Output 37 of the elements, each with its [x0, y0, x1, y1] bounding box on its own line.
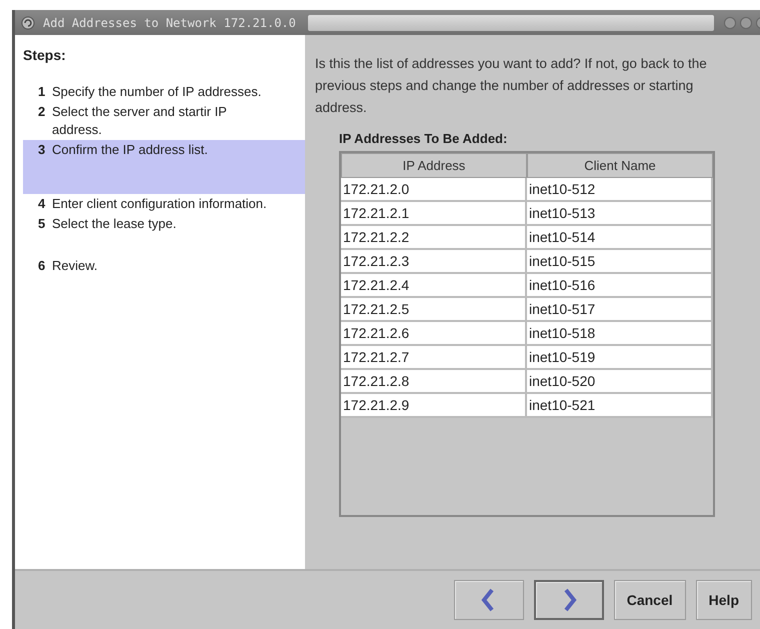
table-cell: inet10-513: [527, 202, 713, 226]
table-cell: 172.21.2.7: [341, 346, 527, 370]
table-cell: inet10-516: [527, 274, 713, 298]
step-item: 5 Select the lease type.: [37, 215, 178, 233]
column-header[interactable]: IP Address: [341, 152, 527, 178]
steps-heading: Steps:: [23, 46, 67, 65]
table-cell: 172.21.2.2: [341, 226, 527, 250]
table-cell: inet10-517: [527, 298, 713, 322]
table-cell: inet10-519: [527, 346, 713, 370]
dialog-button[interactable]: Help: [696, 580, 752, 620]
next-button[interactable]: [534, 580, 604, 620]
table-cell: inet10-518: [527, 322, 713, 346]
dialog-button[interactable]: Cancel: [614, 580, 686, 620]
table-cell: 172.21.2.3: [341, 250, 527, 274]
step-item: 2 Select the server and startir IP address.: [37, 103, 228, 139]
table-cell: 172.21.2.5: [341, 298, 527, 322]
table-cell: inet10-514: [527, 226, 713, 250]
table-cell: 172.21.2.1: [341, 202, 527, 226]
step-item: 1 Specify the number of IP addresses.: [37, 83, 262, 101]
back-button[interactable]: [454, 580, 524, 620]
table-cell: 172.21.2.4: [341, 274, 527, 298]
table-cell: 172.21.2.8: [341, 370, 527, 394]
table-cell: inet10-521: [527, 394, 713, 418]
table-cell: 172.21.2.6: [341, 322, 527, 346]
instructions-text: Is this the list of addresses you want to add? If not, go back to the previous steps and change the number of addresses or starting address.: [315, 55, 708, 117]
step-item: 6 Review.: [37, 257, 99, 275]
table-cell: inet10-512: [527, 178, 713, 202]
step-item: 3 Confirm the IP address list.: [23, 140, 305, 194]
table-cell: inet10-515: [527, 250, 713, 274]
table-cell: 172.21.2.9: [341, 394, 527, 418]
window-title: Add Addresses to Network 172.21.0.0: [42, 14, 297, 32]
table-cell: inet10-520: [527, 370, 713, 394]
table-title: IP Addresses To Be Added:: [339, 130, 508, 148]
column-header[interactable]: Client Name: [527, 152, 713, 178]
step-item: 4 Enter client configuration information.: [37, 195, 268, 213]
window-menu-icon[interactable]: [21, 16, 35, 30]
table-cell: 172.21.2.0: [341, 178, 527, 202]
